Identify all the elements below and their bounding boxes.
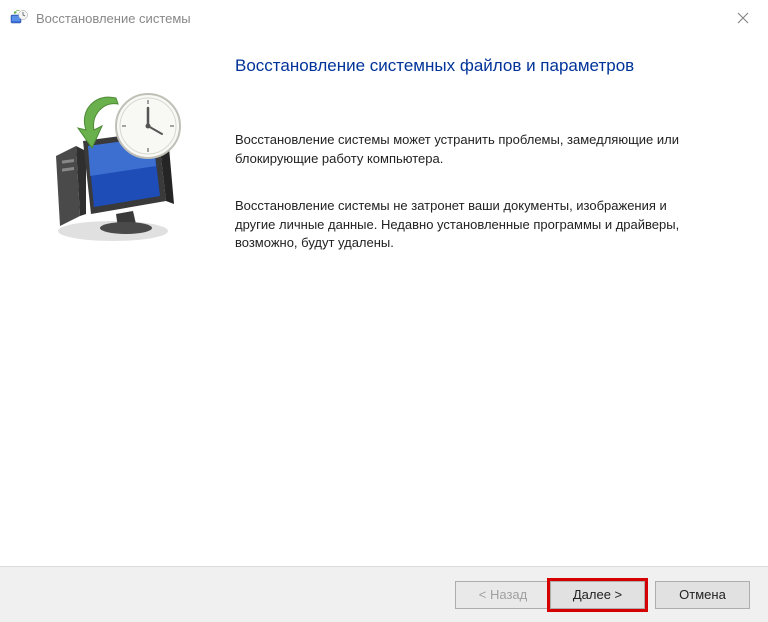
description-paragraph-2: Восстановление системы не затронет ваши …: [235, 197, 695, 254]
close-button[interactable]: [728, 3, 758, 33]
description-paragraph-1: Восстановление системы может устранить п…: [235, 131, 695, 169]
page-heading: Восстановление системных файлов и параме…: [235, 56, 738, 76]
back-next-group: < Назад Далее >: [455, 581, 645, 609]
system-restore-illustration-icon: [38, 86, 198, 246]
titlebar: Восстановление системы: [0, 0, 768, 36]
wizard-button-bar: < Назад Далее > Отмена: [0, 566, 768, 622]
cancel-button[interactable]: Отмена: [655, 581, 750, 609]
window-title: Восстановление системы: [36, 11, 728, 26]
system-restore-icon: [10, 9, 28, 27]
close-icon: [737, 12, 749, 24]
main-content: Восстановление системных файлов и параме…: [235, 36, 768, 566]
back-button: < Назад: [455, 581, 550, 609]
illustration-panel: [0, 36, 235, 566]
content-area: Восстановление системных файлов и параме…: [0, 36, 768, 566]
next-button[interactable]: Далее >: [550, 581, 645, 609]
